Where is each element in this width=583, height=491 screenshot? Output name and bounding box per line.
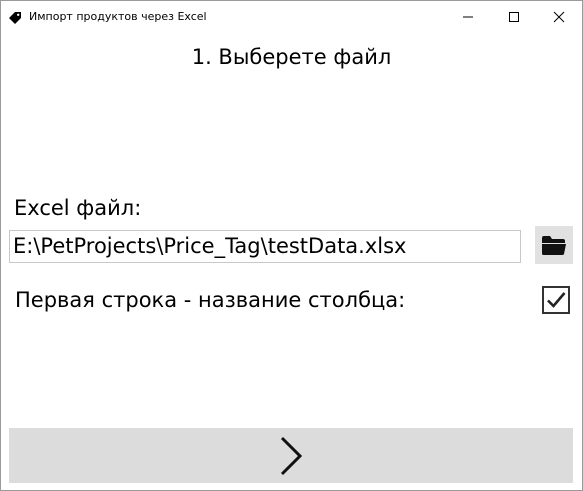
- maximize-icon: [509, 11, 519, 22]
- step-title: 1. Выберете файл: [191, 45, 392, 69]
- close-button[interactable]: [536, 1, 582, 32]
- excel-file-label: Excel файл:: [14, 196, 142, 220]
- checkmark-icon: [547, 292, 566, 308]
- first-row-header-checkbox[interactable]: [542, 286, 570, 314]
- import-window: Импорт продуктов через Excel 1. Выберете…: [0, 0, 583, 491]
- first-row-header-label: Первая строка - название столбца:: [15, 288, 406, 312]
- minimize-icon: [463, 16, 473, 17]
- tag-icon: [8, 10, 22, 24]
- folder-icon: [542, 236, 566, 255]
- window-title: Импорт продуктов через Excel: [29, 10, 207, 23]
- title-bar[interactable]: Импорт продуктов через Excel: [1, 1, 582, 32]
- minimize-button[interactable]: [445, 1, 491, 32]
- maximize-button[interactable]: [491, 1, 537, 32]
- file-path-input[interactable]: E:\PetProjects\Price_Tag\testData.xlsx: [9, 230, 521, 263]
- chevron-right-icon: [280, 436, 303, 475]
- browse-file-button[interactable]: [535, 226, 573, 264]
- next-step-button[interactable]: [9, 428, 573, 483]
- close-icon: [553, 11, 565, 22]
